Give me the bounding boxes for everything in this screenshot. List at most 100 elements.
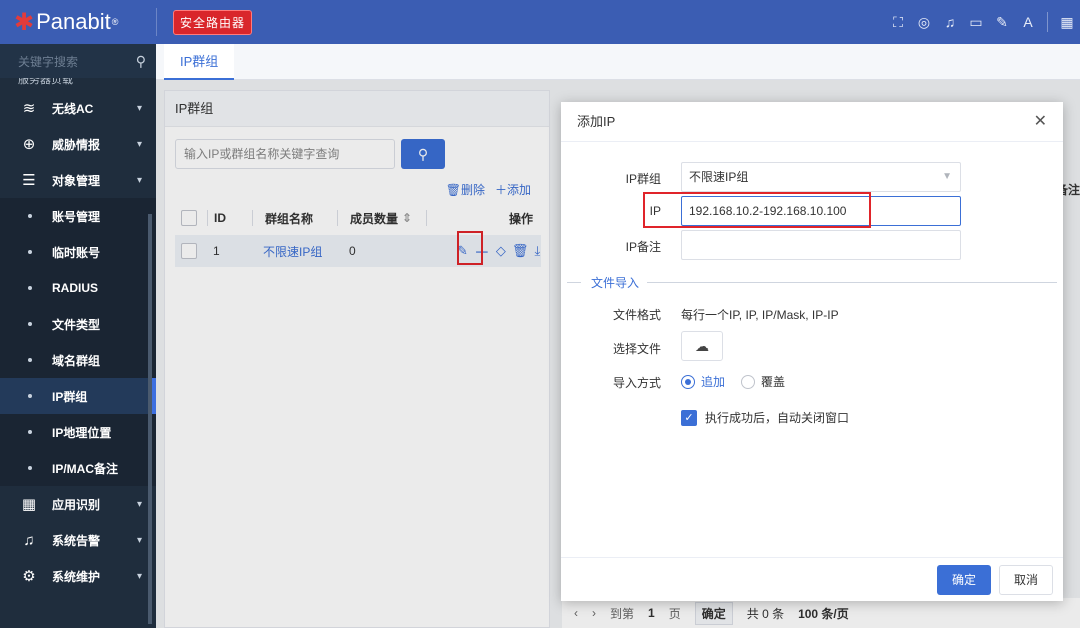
close-icon[interactable]: ✕ <box>1034 102 1047 142</box>
sidebar-item-object-mgmt[interactable]: ☰ 对象管理 ▾ <box>0 162 156 198</box>
sidebar: 关键字搜索 ⚲ 服务器负载 ≋ 无线AC ▾ ⊕ 威胁情报 ▾ ☰ 对象管理 ▾… <box>0 44 156 628</box>
pen-icon[interactable]: ✎ <box>989 14 1015 31</box>
note-input[interactable] <box>681 230 961 260</box>
chevron-down-icon: ▾ <box>136 570 142 582</box>
radio-append[interactable]: 追加 <box>681 373 725 390</box>
bullet-icon <box>28 286 32 290</box>
caret-down-icon: ▼ <box>942 171 952 182</box>
chevron-down-icon: ▾ <box>136 138 142 150</box>
sidebar-item-label: 应用识别 <box>52 497 101 512</box>
bullet-icon <box>28 358 32 362</box>
divider <box>156 8 157 36</box>
sidebar-subitem-ip-mac-notes[interactable]: IP/MAC备注 <box>0 450 156 486</box>
cloud-upload-icon: ☁ <box>695 338 709 354</box>
chevron-down-icon: ▾ <box>136 102 142 114</box>
sidebar-subitem-label: RADIUS <box>52 281 99 295</box>
sidebar-item-system-maintenance[interactable]: ⚙ 系统维护 ▾ <box>0 558 156 594</box>
highlight-ip-input <box>643 192 871 228</box>
logo-star-icon: ✱ <box>14 8 35 36</box>
bullet-icon <box>28 214 32 218</box>
sidebar-item-app-recognition[interactable]: ▦ 应用识别 ▾ <box>0 486 156 522</box>
radio-overwrite[interactable]: 覆盖 <box>741 373 785 390</box>
radio-indicator <box>741 374 755 389</box>
dialog-title: 添加IP <box>577 114 616 129</box>
sidebar-subitem-ip-geo[interactable]: IP地理位置 <box>0 414 156 450</box>
book-icon[interactable]: ▭ <box>963 14 989 31</box>
search-icon[interactable]: ⚲ <box>136 53 146 70</box>
sidebar-subitem-label: 账号管理 <box>52 209 101 224</box>
section-title: 文件导入 <box>591 276 640 290</box>
sidebar-subitem-radius[interactable]: RADIUS <box>0 270 156 306</box>
palette-icon[interactable]: ◎ <box>911 14 937 31</box>
confirm-button[interactable]: 确定 <box>937 565 991 595</box>
apps-icon: ▦ <box>21 496 37 513</box>
sidebar-subitem-accounts[interactable]: 账号管理 <box>0 198 156 234</box>
sidebar-subitem-label: 临时账号 <box>52 245 101 260</box>
grid-icon[interactable]: ▦ <box>1054 14 1080 31</box>
format-value: 每行一个IP, IP, IP/Mask, IP-IP <box>681 308 839 322</box>
bullet-icon <box>28 430 32 434</box>
divider <box>567 282 581 283</box>
database-icon: ☰ <box>22 172 36 189</box>
sidebar-subitem-temp-accounts[interactable]: 临时账号 <box>0 234 156 270</box>
gear-icon: ⚙ <box>22 568 36 585</box>
tab-ip-groups[interactable]: IP群组 <box>164 44 235 80</box>
file-label: 选择文件 <box>612 342 661 356</box>
bell-icon[interactable]: ♫ <box>937 14 963 30</box>
brand-name: Panabit <box>36 9 111 34</box>
sidebar-item-label: 无线AC <box>52 101 94 116</box>
sidebar-item-threat-intel[interactable]: ⊕ 威胁情报 ▾ <box>0 126 156 162</box>
file-import-section: 文件导入 <box>567 274 1057 290</box>
router-badge: 安全路由器 <box>173 9 253 35</box>
radio-label: 覆盖 <box>761 375 786 389</box>
sidebar-subitem-label: IP/MAC备注 <box>52 461 119 476</box>
sidebar-item-label: 对象管理 <box>52 173 101 188</box>
sidebar-item-label: 系统告警 <box>52 533 101 548</box>
bell-icon: ♫ <box>23 531 35 549</box>
group-select-value: 不限速IP组 <box>689 170 749 184</box>
radio-indicator <box>681 374 695 389</box>
sidebar-item-label: 威胁情报 <box>52 137 101 152</box>
add-ip-dialog: 添加IP ✕ IP群组 不限速IP组 ▼ IP 192.168.10.2-192… <box>561 102 1063 601</box>
topbar-icons: ⛶ ◎ ♫ ▭ ✎ A ▦ <box>885 0 1080 44</box>
group-label: IP群组 <box>625 172 661 186</box>
brand-logo[interactable]: ✱ Panabit ® <box>0 0 156 44</box>
sidebar-subitem-label: IP群组 <box>52 389 88 404</box>
sidebar-search[interactable]: 关键字搜索 ⚲ <box>0 44 156 78</box>
chevron-down-icon: ▾ <box>136 498 142 510</box>
upload-button[interactable]: ☁ <box>681 331 723 361</box>
radio-label: 追加 <box>701 375 726 389</box>
top-bar: ✱ Panabit ® 安全路由器 ⛶ ◎ ♫ ▭ ✎ A ▦ <box>0 0 1080 44</box>
check-icon: ✓ <box>681 409 697 426</box>
auto-close-label: 执行成功后，自动关闭窗口 <box>705 411 850 425</box>
auto-close-checkbox[interactable]: ✓ 执行成功后，自动关闭窗口 <box>681 409 849 426</box>
sidebar-item-label: 系统维护 <box>52 569 101 584</box>
sidebar-item-server-load[interactable]: 服务器负载 <box>0 78 156 90</box>
target-icon: ⊕ <box>22 136 36 153</box>
dialog-footer: 确定 取消 <box>561 557 1063 601</box>
sidebar-scrollbar[interactable] <box>148 214 152 624</box>
expand-icon[interactable]: ⛶ <box>885 14 911 31</box>
sidebar-search-input[interactable]: 关键字搜索 <box>18 53 78 70</box>
wifi-icon: ≋ <box>22 100 36 117</box>
bullet-icon <box>28 466 32 470</box>
sidebar-subitem-file-types[interactable]: 文件类型 <box>0 306 156 342</box>
cancel-button[interactable]: 取消 <box>999 565 1053 595</box>
tab-bar: IP群组 <box>156 44 1080 80</box>
chevron-down-icon: ▾ <box>136 174 142 186</box>
sidebar-subitem-ip-groups[interactable]: IP群组 <box>0 378 156 414</box>
format-label: 文件格式 <box>612 308 661 322</box>
divider <box>1047 12 1048 32</box>
dialog-header: 添加IP ✕ <box>561 102 1063 142</box>
brand-reg: ® <box>111 17 119 27</box>
sidebar-item-system-alerts[interactable]: ♫ 系统告警 ▾ <box>0 522 156 558</box>
sidebar-subitem-domain-groups[interactable]: 域名群组 <box>0 342 156 378</box>
sidebar-subitem-label: 文件类型 <box>52 317 101 332</box>
bullet-icon <box>28 394 32 398</box>
translate-icon[interactable]: A <box>1015 14 1041 30</box>
sidebar-item-wireless-ac[interactable]: ≋ 无线AC ▾ <box>0 90 156 126</box>
group-select[interactable]: 不限速IP组 ▼ <box>681 162 961 192</box>
bullet-icon <box>28 322 32 326</box>
import-mode-label: 导入方式 <box>612 376 661 390</box>
chevron-down-icon: ▾ <box>136 534 142 546</box>
